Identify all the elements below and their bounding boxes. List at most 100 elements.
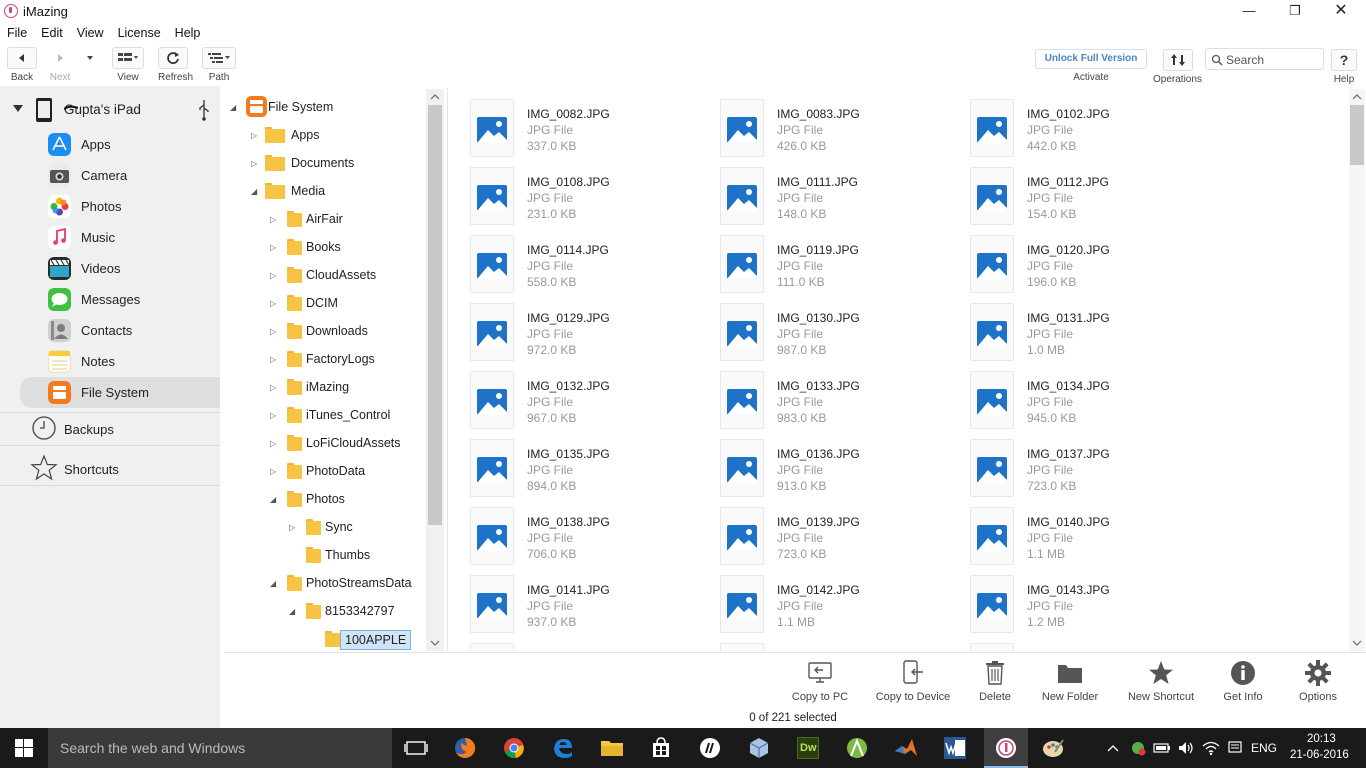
action-center-icon[interactable] bbox=[1227, 740, 1243, 756]
language-indicator[interactable]: ENG bbox=[1251, 741, 1277, 755]
close-button[interactable]: ✕ bbox=[1318, 0, 1364, 22]
tree-node[interactable]: ▷ iTunes_Control bbox=[220, 402, 426, 430]
tree-node[interactable]: Thumbs bbox=[220, 542, 426, 570]
firefox-icon[interactable] bbox=[453, 736, 477, 760]
start-button[interactable] bbox=[0, 728, 48, 768]
file-item[interactable]: IMG_0138.JPG JPG File 706.0 KB bbox=[470, 507, 710, 571]
file-item[interactable]: IMG_0111.JPG JPG File 148.0 KB bbox=[720, 167, 960, 231]
file-item[interactable]: IMG_0141.JPG JPG File 937.0 KB bbox=[470, 575, 710, 639]
tree-node[interactable]: ◢ Photos bbox=[220, 486, 426, 514]
tree-node[interactable]: ▷ Books bbox=[220, 234, 426, 262]
file-item[interactable]: IMG_0131.JPG JPG File 1.0 MB bbox=[970, 303, 1210, 367]
refresh-button[interactable]: Refresh bbox=[158, 47, 193, 83]
file-item[interactable]: IMG_0112.JPG JPG File 154.0 KB bbox=[970, 167, 1210, 231]
virtualbox-icon[interactable] bbox=[747, 736, 771, 760]
file-explorer-icon[interactable] bbox=[600, 736, 624, 760]
file-item[interactable]: IMG_0130.JPG JPG File 987.0 KB bbox=[720, 303, 960, 367]
file-item[interactable]: IMG_0083.JPG JPG File 426.0 KB bbox=[720, 99, 960, 163]
collapsed-triangle-icon[interactable]: ▷ bbox=[270, 383, 276, 392]
tree-node[interactable]: ◢ PhotoStreamsData bbox=[220, 570, 426, 598]
expanded-triangle-icon[interactable]: ◢ bbox=[270, 579, 276, 588]
chrome-icon[interactable] bbox=[502, 736, 526, 760]
file-item[interactable]: IMG_0119.JPG JPG File 111.0 KB bbox=[720, 235, 960, 299]
operations-button[interactable]: Operations bbox=[1153, 49, 1202, 85]
files-scrollbar[interactable] bbox=[1349, 89, 1365, 651]
task-view-icon[interactable] bbox=[404, 736, 428, 760]
file-item-partial[interactable] bbox=[970, 643, 1210, 651]
minimize-button[interactable]: — bbox=[1226, 0, 1272, 22]
tree-node[interactable]: 100APPLE bbox=[220, 626, 426, 652]
clock-date[interactable]: 21-06-2016 bbox=[1290, 749, 1349, 761]
collapsed-triangle-icon[interactable]: ▷ bbox=[270, 439, 276, 448]
sidebar-item-notes[interactable]: Notes bbox=[0, 346, 220, 377]
collapse-triangle-icon[interactable] bbox=[12, 104, 24, 114]
expanded-triangle-icon[interactable]: ◢ bbox=[230, 103, 236, 112]
collapsed-triangle-icon[interactable]: ▷ bbox=[270, 299, 276, 308]
collapsed-triangle-icon[interactable]: ▷ bbox=[251, 131, 257, 140]
file-item[interactable]: IMG_0108.JPG JPG File 231.0 KB bbox=[470, 167, 710, 231]
tree-node[interactable]: ◢ File System bbox=[220, 94, 426, 122]
sidebar-item-music[interactable]: Music bbox=[0, 222, 220, 253]
menu-file[interactable]: File bbox=[7, 26, 27, 40]
file-item[interactable]: IMG_0120.JPG JPG File 196.0 KB bbox=[970, 235, 1210, 299]
file-item[interactable]: IMG_0129.JPG JPG File 972.0 KB bbox=[470, 303, 710, 367]
matlab-icon[interactable] bbox=[894, 736, 918, 760]
unlock-full-version-button[interactable]: Unlock Full Version bbox=[1035, 49, 1147, 69]
sidebar-item-contacts[interactable]: Contacts bbox=[0, 315, 220, 346]
view-button[interactable]: View bbox=[112, 47, 144, 83]
file-item[interactable]: IMG_0139.JPG JPG File 723.0 KB bbox=[720, 507, 960, 571]
sidebar-item-apps[interactable]: Apps bbox=[0, 129, 220, 160]
paint-icon[interactable] bbox=[1041, 736, 1065, 760]
sidebar-item-messages[interactable]: Messages bbox=[0, 284, 220, 315]
scroll-down-arrow-icon[interactable] bbox=[426, 637, 444, 649]
search-field[interactable]: Search bbox=[1205, 48, 1324, 70]
next-button[interactable]: Next bbox=[45, 47, 75, 83]
delete-button[interactable]: Delete bbox=[975, 659, 1015, 703]
hp-icon[interactable] bbox=[698, 736, 722, 760]
tree-node[interactable]: ▷ FactoryLogs bbox=[220, 346, 426, 374]
options-button[interactable]: Options bbox=[1294, 659, 1342, 703]
menu-edit[interactable]: Edit bbox=[41, 26, 63, 40]
tree-scrollbar[interactable] bbox=[426, 89, 444, 651]
collapsed-triangle-icon[interactable]: ▷ bbox=[270, 327, 276, 336]
tree-node[interactable]: ▷ Downloads bbox=[220, 318, 426, 346]
sidebar-item-videos[interactable]: Videos bbox=[0, 253, 220, 284]
scroll-up-arrow-icon[interactable] bbox=[1349, 91, 1365, 103]
tree-node[interactable]: ◢ 8153342797 bbox=[220, 598, 426, 626]
tree-node[interactable]: ▷ DCIM bbox=[220, 290, 426, 318]
file-item[interactable]: IMG_0136.JPG JPG File 913.0 KB bbox=[720, 439, 960, 503]
imazing-taskbar-button[interactable] bbox=[984, 728, 1028, 768]
sidebar-item-file-system[interactable]: File System bbox=[20, 377, 220, 408]
tree-node[interactable]: ▷ LoFiCloudAssets bbox=[220, 430, 426, 458]
android-studio-icon[interactable] bbox=[845, 736, 869, 760]
file-item[interactable]: IMG_0082.JPG JPG File 337.0 KB bbox=[470, 99, 710, 163]
scroll-up-arrow-icon[interactable] bbox=[426, 91, 444, 103]
expanded-triangle-icon[interactable]: ◢ bbox=[270, 495, 276, 504]
file-item[interactable]: IMG_0114.JPG JPG File 558.0 KB bbox=[470, 235, 710, 299]
sidebar-item-camera[interactable]: Camera bbox=[0, 160, 220, 191]
collapsed-triangle-icon[interactable]: ▷ bbox=[289, 523, 295, 532]
help-button[interactable]: ? Help bbox=[1331, 49, 1359, 85]
collapsed-triangle-icon[interactable]: ▷ bbox=[270, 467, 276, 476]
collapsed-triangle-icon[interactable]: ▷ bbox=[270, 355, 276, 364]
copy-to-device-button[interactable]: Copy to Device bbox=[872, 659, 954, 703]
tree-node[interactable]: ◢ Media bbox=[220, 178, 426, 206]
tree-node[interactable]: ▷ PhotoData bbox=[220, 458, 426, 486]
tree-scroll-thumb[interactable] bbox=[428, 105, 442, 525]
file-item[interactable]: IMG_0140.JPG JPG File 1.1 MB bbox=[970, 507, 1210, 571]
tree-node[interactable]: ▷ Apps bbox=[220, 122, 426, 150]
file-item[interactable]: IMG_0102.JPG JPG File 442.0 KB bbox=[970, 99, 1210, 163]
clock-time[interactable]: 20:13 bbox=[1307, 733, 1336, 745]
new-folder-button[interactable]: New Folder bbox=[1038, 659, 1102, 703]
sidebar-item-photos[interactable]: Photos bbox=[0, 191, 220, 222]
edge-icon[interactable] bbox=[551, 736, 575, 760]
file-item-partial[interactable] bbox=[720, 643, 960, 651]
files-scroll-thumb[interactable] bbox=[1350, 105, 1364, 165]
menu-view[interactable]: View bbox=[77, 26, 104, 40]
collapsed-triangle-icon[interactable]: ▷ bbox=[270, 215, 276, 224]
copy-to-pc-button[interactable]: Copy to PC bbox=[790, 659, 850, 703]
back-button[interactable]: Back bbox=[7, 47, 37, 83]
tree-node[interactable]: ▷ iMazing bbox=[220, 374, 426, 402]
new-shortcut-button[interactable]: New Shortcut bbox=[1124, 659, 1198, 703]
restore-button[interactable]: ❐ bbox=[1272, 0, 1318, 22]
